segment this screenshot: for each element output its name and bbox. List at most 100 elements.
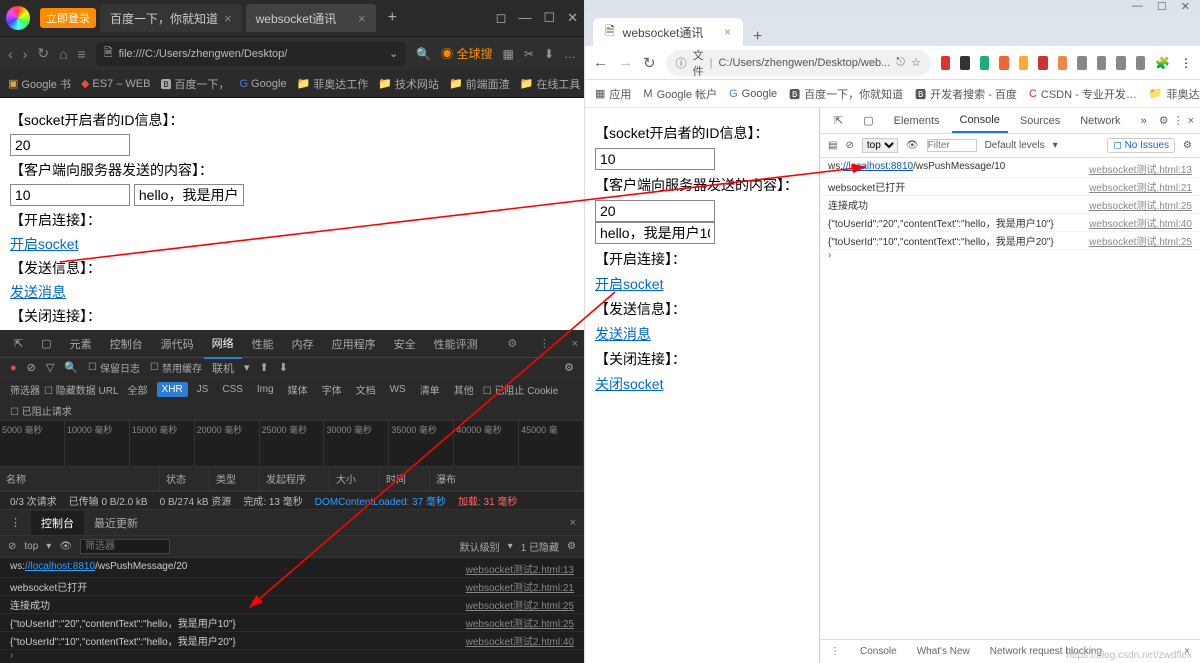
more-tabs-icon[interactable]: » — [1133, 110, 1155, 132]
extension-icon[interactable] — [1038, 56, 1047, 70]
extension-icon[interactable] — [999, 56, 1008, 70]
close-socket-link[interactable]: 关闭socket — [595, 376, 663, 392]
tab-security[interactable]: 安全 — [386, 330, 424, 358]
eye-icon[interactable]: 👁 — [906, 140, 919, 151]
levels-select[interactable]: Default levels — [985, 140, 1045, 151]
tab-websocket[interactable]: 🗎 websocket通讯 × — [593, 18, 743, 46]
close-window-icon[interactable]: ✕ — [567, 10, 578, 26]
source-link[interactable]: websocket测试.html:13 — [1085, 161, 1192, 176]
eye-icon[interactable]: 👁 — [59, 541, 72, 552]
source-link[interactable]: websocket测试2.html:21 — [466, 579, 574, 594]
filter-xhr[interactable]: XHR — [157, 382, 188, 397]
bookmark-item[interactable]: M Google 帐户 — [643, 86, 717, 102]
tab-sources[interactable]: Sources — [1012, 110, 1068, 132]
filter-other[interactable]: 其他 — [449, 380, 479, 399]
device-icon[interactable]: ▢ — [855, 109, 881, 132]
tab-baidu[interactable]: 百度一下，你就知道 × — [100, 4, 242, 32]
source-link[interactable]: websocket测试.html:40 — [1085, 215, 1192, 230]
level-select[interactable]: 默认级别 — [460, 539, 500, 554]
new-tab-button[interactable]: + — [380, 9, 405, 27]
bookmark-item[interactable]: 🅱 开发者搜索 - 百度 — [915, 86, 1017, 102]
puzzle-icon[interactable]: 🧩 — [1155, 56, 1170, 70]
layout-icon[interactable]: ◻ — [496, 10, 507, 26]
context-select[interactable]: top — [24, 541, 38, 552]
upload-icon[interactable]: ⬆ — [260, 361, 269, 374]
close-drawer-icon[interactable]: × — [1184, 646, 1190, 657]
tab-console[interactable]: Console — [952, 109, 1008, 133]
filter-icon[interactable]: ▽ — [46, 361, 54, 374]
drawer-tab-console[interactable]: Console — [860, 646, 897, 657]
open-socket-link[interactable]: 开启socket — [595, 276, 663, 292]
extension-icon[interactable] — [980, 56, 989, 70]
id-input[interactable] — [595, 148, 715, 170]
maximize-icon[interactable]: ☐ — [543, 10, 555, 26]
clear-console-icon[interactable]: ⊘ — [8, 541, 16, 552]
bookmark-item[interactable]: ▦ 应用 — [595, 86, 631, 102]
close-devtools-icon[interactable]: × — [572, 338, 578, 350]
gear-icon[interactable]: ⚙ — [567, 541, 576, 552]
hidden-count[interactable]: 1 已隐藏 — [521, 539, 559, 554]
record-icon[interactable]: ● — [10, 362, 17, 374]
search-icon[interactable]: 🔍 — [416, 47, 431, 61]
source-link[interactable]: websocket测试.html:25 — [1085, 233, 1192, 248]
to-user-input[interactable] — [10, 184, 130, 206]
tab-network[interactable]: 网络 — [204, 329, 242, 359]
bookmark-item[interactable]: 📁前端面渣 — [449, 76, 510, 92]
tab-application[interactable]: 应用程序 — [324, 330, 384, 358]
preserve-log-checkbox[interactable]: ☐ 保留日志 — [88, 360, 140, 375]
drawer-more-icon[interactable]: ⋮ — [0, 512, 31, 533]
filter-media[interactable]: 媒体 — [283, 380, 313, 399]
hide-data-checkbox[interactable]: ☐ 隐藏数据 URL — [44, 382, 119, 397]
extension-icon[interactable] — [960, 56, 969, 70]
filter-manifest[interactable]: 清单 — [415, 380, 445, 399]
tab-console[interactable]: 控制台 — [102, 330, 151, 358]
home-button[interactable]: ⌂ — [59, 46, 67, 62]
extension-icon[interactable] — [1058, 56, 1067, 70]
bookmark-item[interactable]: G Google — [729, 88, 777, 100]
more-icon[interactable]: ⋮ — [1173, 114, 1184, 127]
console-prompt[interactable]: › — [0, 650, 584, 661]
filter-img[interactable]: Img — [252, 382, 279, 397]
tab-memory[interactable]: 内存 — [284, 330, 322, 358]
tab-websocket[interactable]: websocket通讯 × — [246, 4, 376, 32]
console-prompt[interactable]: › — [820, 250, 1200, 261]
bookmark-item[interactable]: C CSDN - 专业开发… — [1029, 86, 1137, 102]
drawer-more-icon[interactable]: ⋮ — [830, 646, 840, 657]
source-link[interactable]: websocket测试2.html:13 — [466, 561, 574, 576]
message-input[interactable] — [134, 184, 244, 206]
sidebar-icon[interactable]: ▤ — [828, 140, 837, 151]
minimize-icon[interactable]: — — [1132, 0, 1143, 12]
tab-lighthouse[interactable]: 性能评测 — [426, 330, 486, 358]
maximize-icon[interactable]: ☐ — [1157, 0, 1167, 13]
disable-cache-checkbox[interactable]: ☐ 禁用缓存 — [150, 360, 202, 375]
filter-all[interactable]: 全部 — [123, 380, 153, 399]
device-icon[interactable]: ▢ — [33, 331, 59, 356]
bookmark-item[interactable]: 📁 菲奥达工作 — [1149, 86, 1200, 102]
search-icon[interactable]: 🔍 — [64, 361, 78, 374]
col-status[interactable]: 状态 — [160, 467, 210, 490]
extension-icon[interactable] — [941, 56, 950, 70]
close-devtools-icon[interactable]: × — [1188, 115, 1194, 127]
col-name[interactable]: 名称 — [0, 467, 160, 490]
filter-css[interactable]: CSS — [217, 382, 248, 397]
close-icon[interactable]: × — [358, 11, 366, 26]
info-icon[interactable]: ⓘ — [676, 55, 687, 71]
reload-button[interactable]: ↻ — [37, 45, 49, 62]
drawer-tab-whatsnew[interactable]: What's New — [917, 646, 970, 657]
send-message-link[interactable]: 发送消息 — [595, 326, 651, 342]
extension-icon[interactable] — [1097, 56, 1106, 70]
filter-input[interactable] — [927, 139, 977, 152]
clear-console-icon[interactable]: ⊘ — [845, 140, 853, 151]
filter-ws[interactable]: WS — [385, 382, 411, 397]
drawer-tab-console[interactable]: 控制台 — [31, 511, 84, 535]
apps-icon[interactable]: ▦ — [503, 47, 514, 61]
console-logs[interactable]: ws://localhost:8810/wsPushMessage/20webs… — [0, 558, 584, 663]
scissors-icon[interactable]: ✂ — [524, 47, 534, 61]
share-icon[interactable]: ⎋ — [896, 56, 905, 69]
download-icon[interactable]: ⬇ — [279, 361, 288, 374]
forward-button[interactable]: › — [23, 46, 28, 62]
col-waterfall[interactable]: 瀑布 — [430, 467, 584, 490]
message-input[interactable] — [595, 222, 715, 244]
inspect-icon[interactable]: ⇱ — [6, 331, 31, 356]
url-input[interactable]: ⓘ 文件 | C:/Users/zhengwen/Desktop/web... … — [666, 50, 931, 76]
